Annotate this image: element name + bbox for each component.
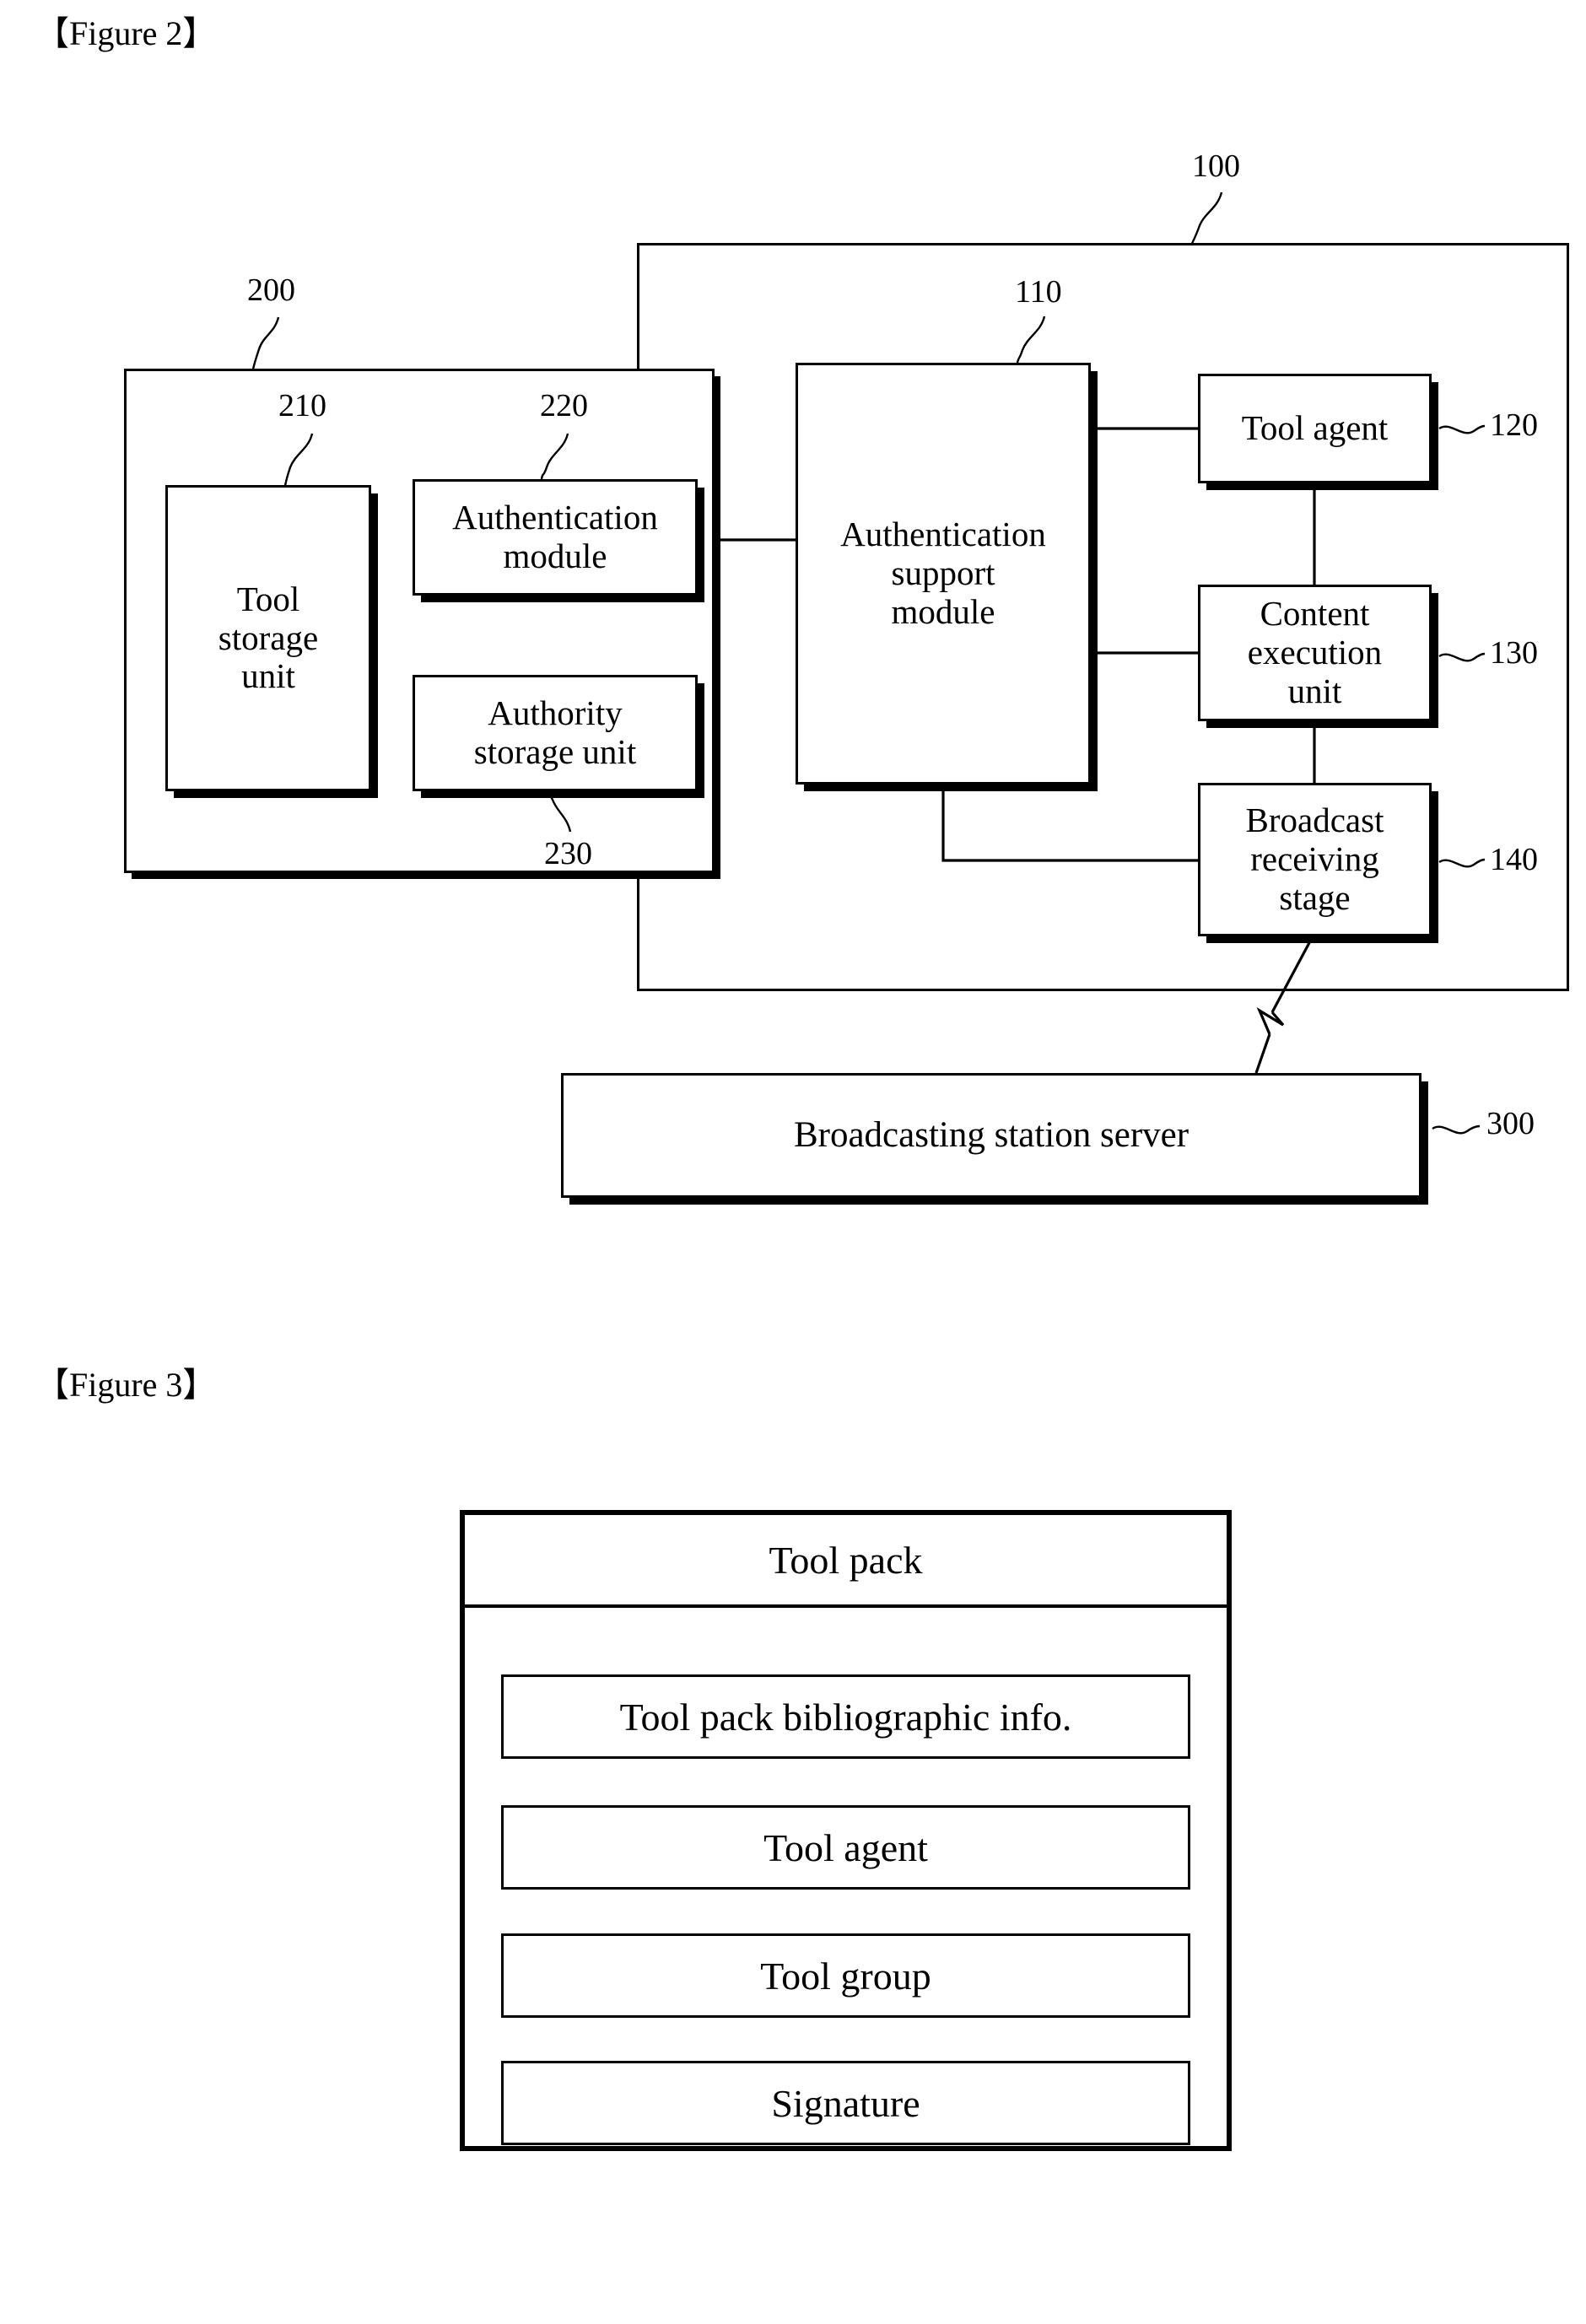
broadcast-link-lower [1254, 1033, 1271, 1074]
tool-pack-row-signature-label: Signature [771, 2081, 920, 2125]
tool-pack-row-bibliographic-label: Tool pack bibliographic info. [619, 1695, 1072, 1739]
ref-numeral-210: 210 [278, 388, 326, 423]
tool-pack-row-tool-group-label: Tool group [760, 1954, 931, 1998]
authentication-support-module-box[interactable]: Authentication support module [796, 363, 1091, 785]
tool-pack-row-bibliographic[interactable]: Tool pack bibliographic info. [501, 1674, 1190, 1759]
leader-line-200 [251, 316, 280, 370]
tool-pack-title-label: Tool pack [769, 1538, 923, 1582]
ref-numeral-200: 200 [247, 272, 295, 308]
tool-pack-row-tool-agent-label: Tool agent [763, 1825, 928, 1869]
ref-numeral-100: 100 [1192, 148, 1240, 184]
ref-numeral-110: 110 [1015, 274, 1062, 310]
content-execution-unit-box[interactable]: Content execution unit [1198, 585, 1432, 721]
authentication-module-box[interactable]: Authentication module [413, 479, 698, 596]
content-execution-unit-label: Content execution unit [1247, 594, 1383, 710]
broadcasting-station-server-box[interactable]: Broadcasting station server [561, 1073, 1421, 1198]
patent-drawing-sheet: 【Figure 2】 Authentication support module… [0, 0, 1586, 2324]
break-symbol [1256, 1007, 1285, 1035]
broadcasting-station-server-label: Broadcasting station server [793, 1114, 1190, 1155]
tool-pack-title: Tool pack [465, 1515, 1227, 1608]
tool-agent-label: Tool agent [1241, 408, 1389, 448]
tool-storage-unit-box[interactable]: Tool storage unit [165, 485, 371, 791]
authority-storage-unit-box[interactable]: Authority storage unit [413, 675, 698, 791]
ref-numeral-220: 220 [540, 388, 588, 423]
ref-numeral-230: 230 [544, 836, 592, 871]
leader-line-300 [1432, 1124, 1481, 1135]
broadcast-receiving-stage-label: Broadcast receiving stage [1245, 801, 1384, 917]
tool-pack-row-tool-agent[interactable]: Tool agent [501, 1805, 1190, 1890]
ref-numeral-130: 130 [1490, 635, 1538, 671]
ref-numeral-120: 120 [1490, 407, 1538, 443]
tool-agent-box[interactable]: Tool agent [1198, 374, 1432, 483]
figure-3-caption: 【Figure 3】 [35, 1366, 217, 1404]
authentication-module-label: Authentication module [452, 498, 658, 575]
leader-line-100 [1190, 191, 1223, 246]
authentication-support-module-label: Authentication support module [840, 515, 1046, 631]
figure-2-caption: 【Figure 2】 [35, 14, 217, 52]
tool-pack-row-signature[interactable]: Signature [501, 2061, 1190, 2145]
ref-numeral-140: 140 [1490, 842, 1538, 877]
ref-numeral-300: 300 [1486, 1106, 1535, 1141]
authority-storage-unit-label: Authority storage unit [473, 693, 637, 771]
broadcast-receiving-stage-box[interactable]: Broadcast receiving stage [1198, 783, 1432, 936]
tool-pack-row-tool-group[interactable]: Tool group [501, 1933, 1190, 2018]
tool-storage-unit-label: Tool storage unit [218, 579, 319, 696]
